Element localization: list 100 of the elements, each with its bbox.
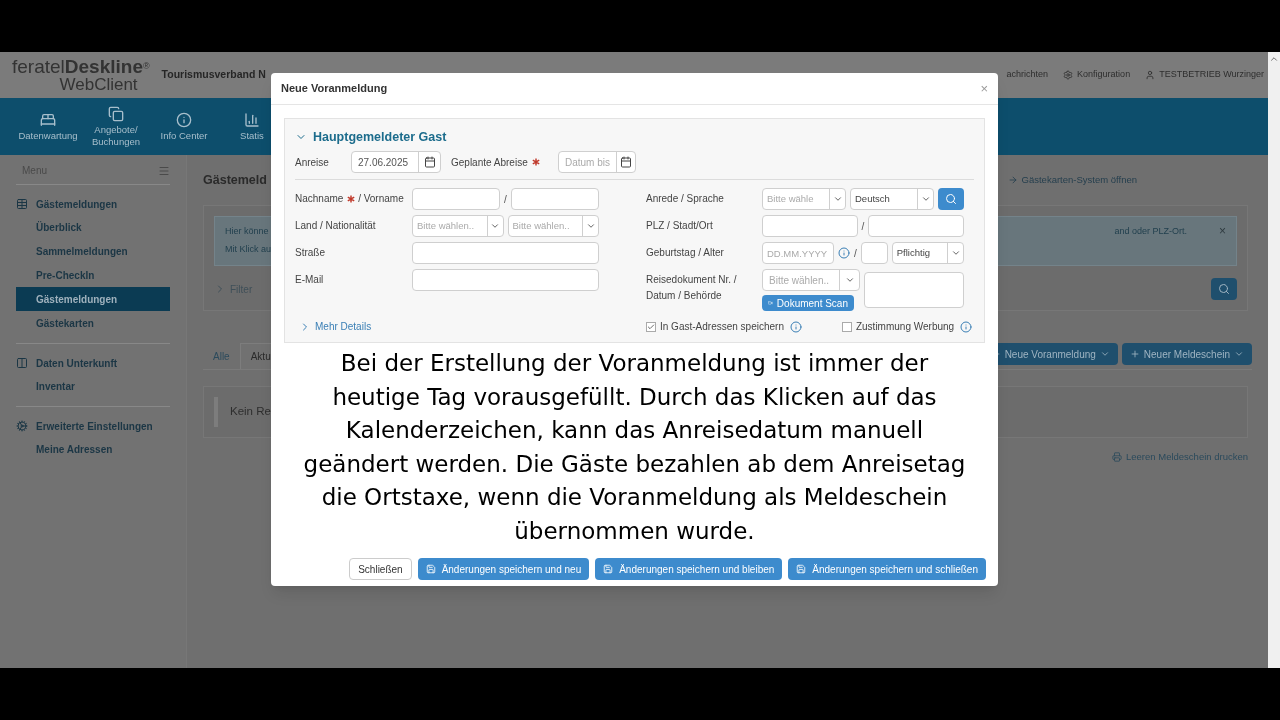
checkbox-label: In Gast-Adressen speichern [660,320,784,334]
field-label: Nachname / Vorname [295,192,405,206]
date-field[interactable]: 27.06.2025 [351,151,441,173]
sidebar-item[interactable]: Gästekarten [16,311,170,335]
printer-icon [1112,452,1122,463]
checkbox-label: Zustimmung Werbung [855,320,955,334]
save-button[interactable]: Änderungen speichern und bleiben [595,558,783,580]
separator-text: / [854,246,857,261]
select-field[interactable]: Deutsch [850,188,934,210]
text-field[interactable]: DD.MM.YYYY [762,242,834,264]
app-logo: feratelDeskline$^{®}$ WebClient [12,57,150,93]
search-button[interactable] [938,188,964,210]
select-field[interactable]: Bitte wählen.. [762,269,860,291]
info-text: and oder PLZ-Ort. [1114,225,1187,238]
text-field[interactable] [412,242,599,264]
scroll-up-icon[interactable] [1269,54,1279,64]
date-field[interactable]: Datum bis [558,151,636,173]
nav-item[interactable]: Statis [218,98,286,155]
text-field[interactable] [510,188,599,210]
empty-message: Kein Re [230,404,271,420]
caret-icon [844,275,855,285]
search-icon [945,193,957,205]
info-icon [960,320,973,333]
caret-icon [920,194,931,204]
select-field[interactable]: Pflichtig [891,242,964,264]
info-icon [176,111,192,128]
caret-icon [1234,349,1244,359]
menu-icon[interactable] [158,164,170,177]
caret-icon [1099,349,1110,359]
card-system-link[interactable]: Gästekarten-System öffnen [1007,172,1137,188]
columns-icon [16,357,28,369]
bed-icon [40,111,56,128]
caret-icon [585,221,596,231]
table-icon [16,198,28,210]
save-icon [603,564,614,574]
scan-button[interactable]: Dokument Scan [762,295,854,311]
user-icon [1145,70,1156,80]
tab[interactable]: Alle [203,343,240,369]
separator-text: / [861,219,865,234]
close-button[interactable]: × [1219,225,1226,257]
sidebar-group-title: Daten Unterkunft [36,356,118,371]
text-field[interactable] [860,242,888,264]
nav-item[interactable]: Angebote/ Buchungen [82,98,150,155]
nav-item[interactable]: Datenwartung [14,98,82,155]
save-button[interactable]: Änderungen speichern und schließen [788,558,986,580]
arrow-right-icon [1007,175,1018,185]
caret-icon [950,248,961,258]
text-field[interactable] [762,215,858,237]
info-text: Hier könne [225,225,270,238]
more-details-link[interactable]: Mehr Details [295,319,646,334]
caret-icon [832,194,843,204]
print-link[interactable]: Leeren Meldeschein drucken [1112,450,1248,465]
sidebar-item[interactable]: Sammelmeldungen [16,239,170,263]
text-field[interactable] [412,188,501,210]
save-button[interactable]: Änderungen speichern und neu [417,558,590,580]
header-link[interactable]: TESTBETRIEB Wurzinger [1145,68,1264,82]
info-icon [789,320,802,333]
search-icon [1218,283,1230,295]
field-label: Geplante Abreise [451,154,558,170]
sidebar-item[interactable]: Gästemeldungen [16,287,170,311]
checkbox[interactable] [841,321,852,332]
field-label: Geburtstag / Alter [646,246,725,260]
sidebar-item[interactable]: Überblick [16,215,170,239]
header-link[interactable]: Konfiguration [1063,68,1131,82]
select-field[interactable]: Bitte wähle [762,188,846,210]
field-label: Land / Nationalität [295,219,377,233]
select-field[interactable]: Bitte wählen.. [412,215,504,237]
close-dialog-button[interactable]: Schließen [349,558,412,580]
text-field[interactable] [868,215,964,237]
sidebar-item[interactable]: Meine Adressen [16,437,170,461]
checkbox[interactable] [646,321,656,332]
scrollbar[interactable] [1268,52,1280,668]
plus-icon [1129,349,1140,359]
text-area[interactable] [864,272,964,308]
header-link[interactable]: achrichten [1006,68,1049,82]
sidebar-item[interactable]: Pre-CheckIn [16,263,170,287]
info-icon [838,247,850,259]
save-icon [796,564,807,574]
calendar-icon[interactable] [423,156,436,168]
text-field[interactable] [412,269,599,291]
page-title: Gästemeld [203,171,267,189]
section-toggle[interactable]: Hauptgemeldeter Gast [295,127,974,147]
settings-icon [1063,70,1074,80]
chart-icon [244,111,260,128]
field-label: Reisedokument Nr. / Datum / Behörde [646,273,738,303]
check-icon [647,322,655,331]
field-label: Anreise [295,155,330,170]
field-label: PLZ / Stadt/Ort [646,219,714,233]
settings-icon [16,420,28,432]
save-icon [425,564,436,574]
separator-text: / [504,192,507,207]
select-field[interactable]: Bitte wählen.. [507,215,599,237]
copy-icon [108,105,124,122]
close-button[interactable]: × [980,78,988,99]
search-button[interactable] [1211,278,1237,300]
nav-item[interactable]: Info Center [150,98,218,155]
sidebar-group-title: Gästemeldungen [36,197,118,212]
dropdown-button[interactable]: Neuer Meldeschein [1121,343,1252,365]
sidebar-item[interactable]: Inventar [16,374,170,398]
calendar-icon[interactable] [620,156,632,168]
